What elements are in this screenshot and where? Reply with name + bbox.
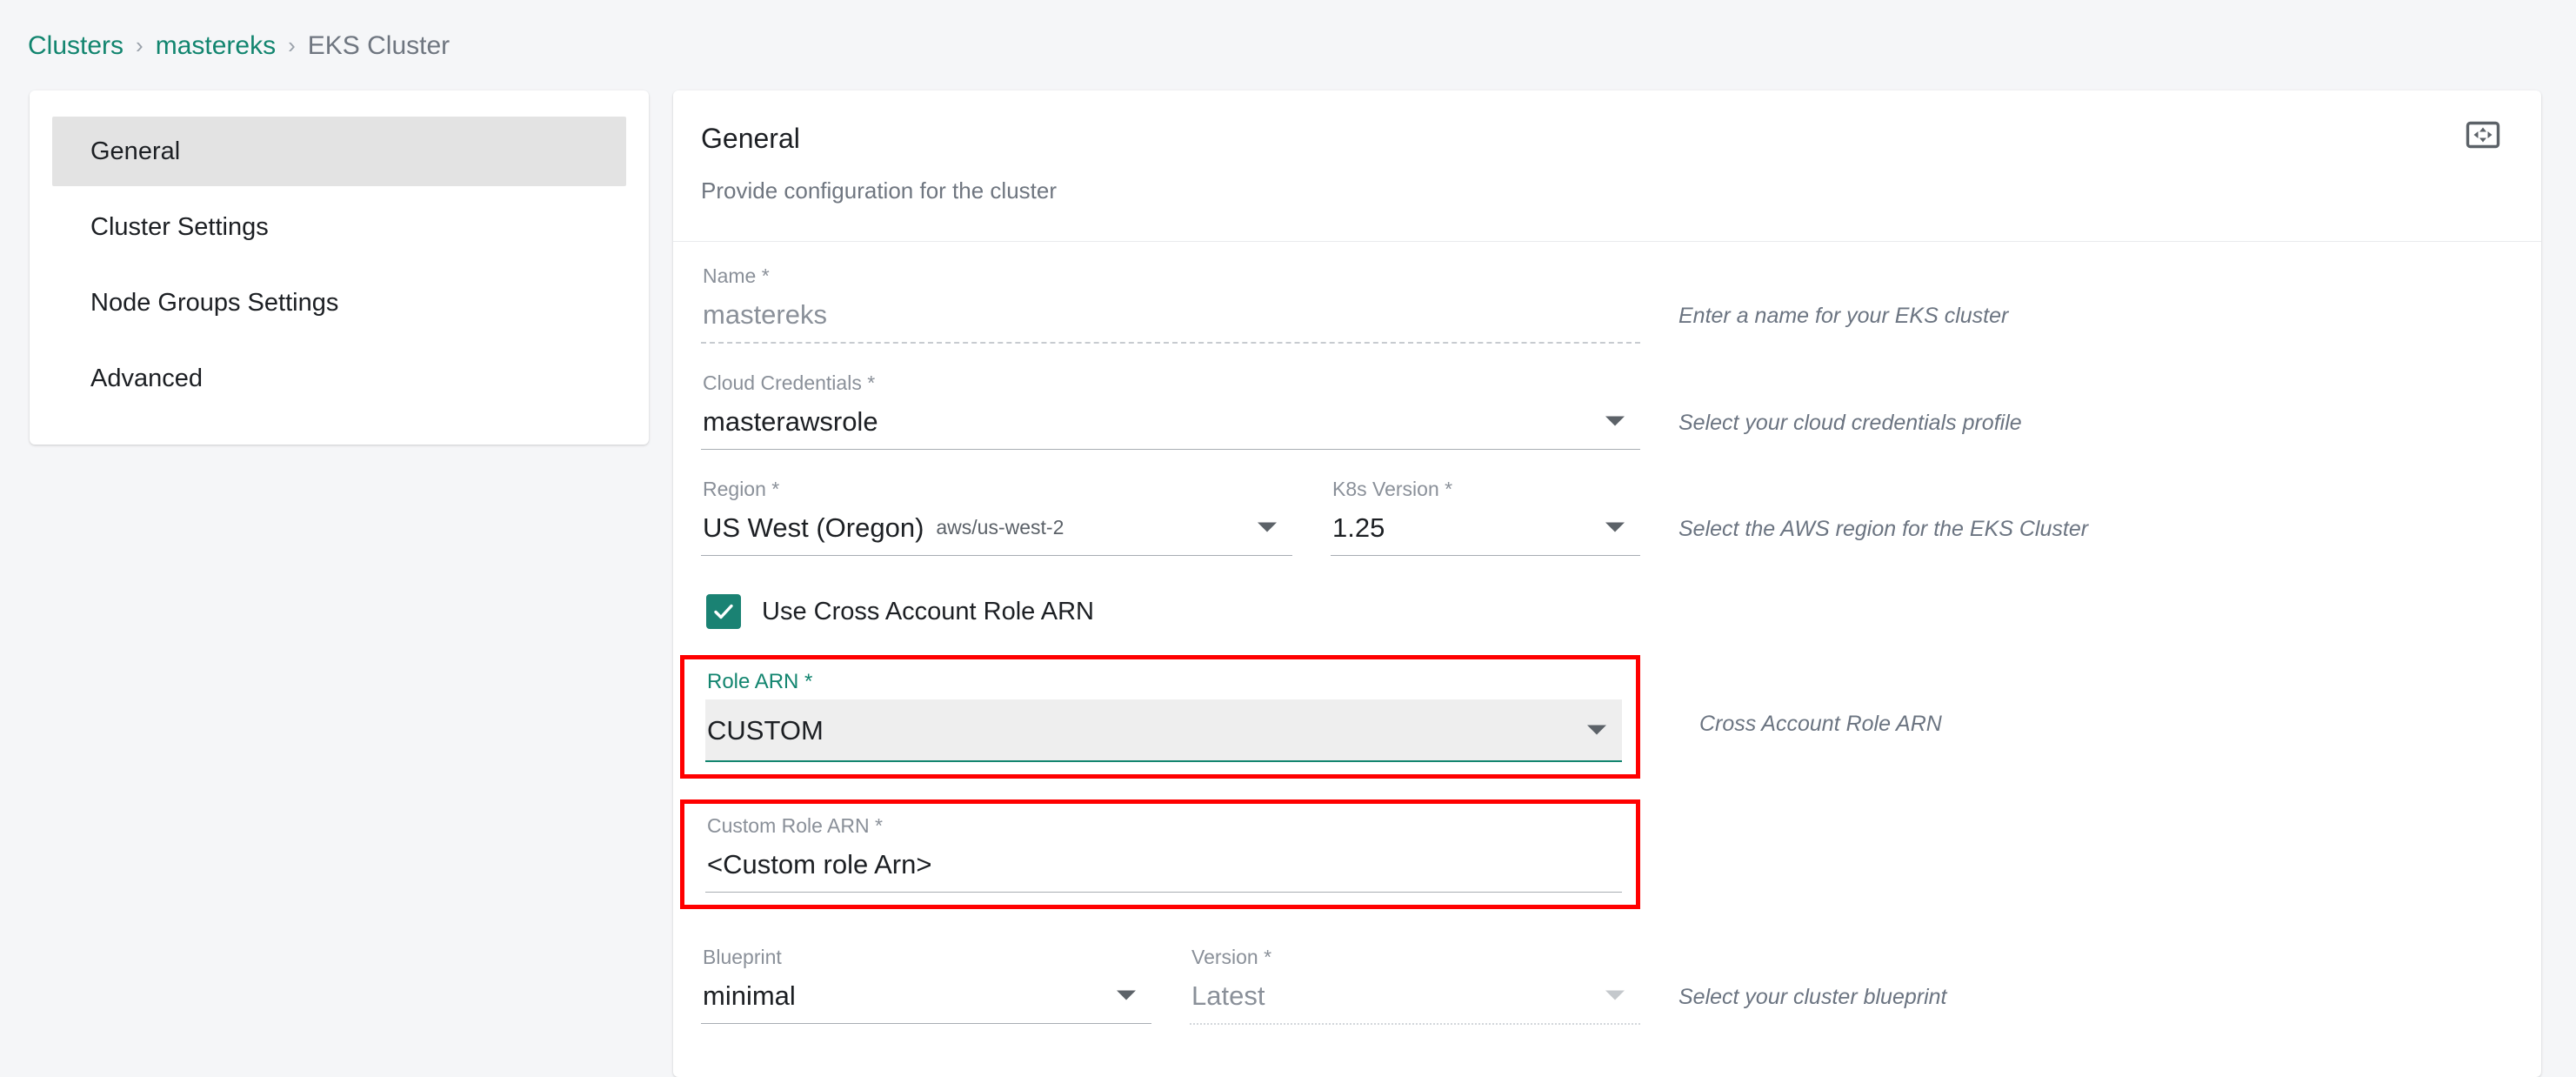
breadcrumb-item-clusters[interactable]: Clusters: [28, 31, 123, 60]
version-underline: [1190, 1023, 1640, 1026]
chevron-down-icon[interactable]: [1258, 522, 1277, 532]
sidebar-nav-card: General Cluster Settings Node Groups Set…: [30, 90, 649, 445]
blueprint-field[interactable]: Blueprint minimal: [701, 947, 1151, 1025]
role-arn-highlight-box: Role ARN * CUSTOM: [680, 655, 1640, 779]
name-help-column: Enter a name for your EKS cluster: [1640, 266, 2503, 329]
blueprint-help-text: Select your cluster blueprint: [1678, 985, 1947, 1010]
role-arn-select[interactable]: CUSTOM: [705, 699, 1622, 761]
name-help-text: Enter a name for your EKS cluster: [1678, 304, 2009, 329]
breadcrumb: Clusters › mastereks › EKS Cluster: [0, 0, 2576, 59]
region-help-column: Select the AWS region for the EKS Cluste…: [1640, 479, 2503, 542]
k8s-version-field[interactable]: K8s Version * 1.25: [1331, 478, 1640, 557]
general-config-panel: General Provide configuration for the cl…: [673, 90, 2541, 1077]
region-label: Region *: [703, 478, 780, 501]
region-value: US West (Oregon): [703, 512, 924, 543]
role-arn-field[interactable]: Role ARN * CUSTOM: [705, 670, 1622, 763]
region-help-text: Select the AWS region for the EKS Cluste…: [1678, 517, 2089, 542]
region-value-code: aws/us-west-2: [936, 515, 1064, 538]
custom-role-arn-field[interactable]: Custom Role ARN * <Custom role Arn>: [705, 816, 1622, 893]
sidebar-item-label: Advanced: [90, 364, 203, 392]
cross-account-checkbox-label: Use Cross Account Role ARN: [762, 597, 1094, 625]
custom-role-arn-value: <Custom role Arn>: [707, 848, 932, 880]
region-underline: [701, 555, 1292, 557]
sidebar-item-label: Node Groups Settings: [90, 288, 339, 317]
custom-role-arn-underline: [705, 892, 1622, 893]
page-title: General: [701, 123, 800, 154]
cloud-credentials-help-column: Select your cloud credentials profile: [1640, 373, 2503, 436]
page-body: General Cluster Settings Node Groups Set…: [0, 59, 2576, 1077]
form-row-role-arn: Role ARN * CUSTOM Cross Account Role ARN: [680, 655, 2503, 779]
cloud-credentials-field[interactable]: Cloud Credentials * masterawsrole: [701, 371, 1640, 451]
chevron-down-icon: [1605, 990, 1625, 1000]
chevron-down-icon[interactable]: [1605, 416, 1625, 426]
version-field[interactable]: Version * Latest: [1190, 946, 1640, 1026]
role-arn-help-column: Cross Account Role ARN: [1640, 655, 2503, 737]
custom-role-arn-label: Custom Role ARN *: [707, 814, 883, 838]
form-row-custom-role-arn: Custom Role ARN * <Custom role Arn>: [680, 799, 2503, 910]
role-arn-help-text: Cross Account Role ARN: [1699, 712, 1942, 737]
cross-account-checkbox-row[interactable]: Use Cross Account Role ARN: [706, 594, 2503, 630]
cloud-credentials-underline: [701, 449, 1640, 451]
breadcrumb-item-eks-cluster: EKS Cluster: [307, 31, 450, 60]
breadcrumb-separator-1: ›: [136, 32, 143, 58]
version-label: Version *: [1191, 946, 1272, 969]
blueprint-help-column: Select your cluster blueprint: [1640, 947, 2503, 1010]
sidebar-item-label: General: [90, 137, 181, 165]
cloud-credentials-label: Cloud Credentials *: [703, 371, 876, 395]
page-subtitle: Provide configuration for the cluster: [701, 177, 1057, 204]
general-form: Name * mastereks Enter a name for your E…: [673, 242, 2541, 1077]
form-row-region-k8s: Region * US West (Oregon) aws/us-west-2 …: [701, 478, 2503, 557]
cloud-credentials-help-text: Select your cloud credentials profile: [1678, 411, 2022, 436]
role-arn-value: CUSTOM: [707, 714, 824, 746]
breadcrumb-separator-2: ›: [288, 32, 296, 58]
chevron-down-icon[interactable]: [1605, 522, 1625, 532]
k8s-version-underline: [1331, 555, 1640, 557]
panel-header: General Provide configuration for the cl…: [673, 90, 2541, 243]
form-row-blueprint-version: Blueprint minimal Version * Latest Selec…: [701, 946, 2503, 1026]
role-arn-underline: [705, 760, 1622, 763]
form-row-name: Name * mastereks Enter a name for your E…: [701, 264, 2503, 345]
chevron-down-icon[interactable]: [1117, 990, 1136, 1000]
cloud-credentials-value: masterawsrole: [703, 405, 878, 437]
version-value: Latest: [1191, 980, 1265, 1011]
k8s-version-label: K8s Version *: [1332, 478, 1453, 501]
name-field-label: Name *: [703, 264, 770, 288]
custom-role-arn-highlight-box: Custom Role ARN * <Custom role Arn>: [680, 799, 1640, 910]
chevron-down-icon[interactable]: [1587, 725, 1606, 735]
sidebar-item-advanced[interactable]: Advanced: [52, 344, 626, 413]
region-field[interactable]: Region * US West (Oregon) aws/us-west-2: [701, 478, 1292, 557]
sidebar-item-label: Cluster Settings: [90, 212, 269, 241]
name-field-underline: [701, 342, 1640, 345]
blueprint-label: Blueprint: [703, 946, 782, 969]
expand-arrows-icon[interactable]: [2463, 115, 2503, 155]
breadcrumb-item-mastereks[interactable]: mastereks: [156, 31, 276, 60]
sidebar-item-cluster-settings[interactable]: Cluster Settings: [52, 192, 626, 262]
form-row-cloud-credentials: Cloud Credentials * masterawsrole Select…: [701, 371, 2503, 451]
k8s-version-value: 1.25: [1332, 512, 1385, 543]
name-field-value: mastereks: [703, 298, 827, 330]
role-arn-label: Role ARN *: [707, 670, 813, 694]
sidebar-item-node-groups-settings[interactable]: Node Groups Settings: [52, 268, 626, 338]
blueprint-underline: [701, 1023, 1151, 1025]
checkbox-checked-icon[interactable]: [706, 594, 741, 630]
blueprint-value: minimal: [703, 980, 796, 1011]
name-field[interactable]: Name * mastereks: [701, 264, 1640, 345]
sidebar-item-general[interactable]: General: [52, 117, 626, 186]
